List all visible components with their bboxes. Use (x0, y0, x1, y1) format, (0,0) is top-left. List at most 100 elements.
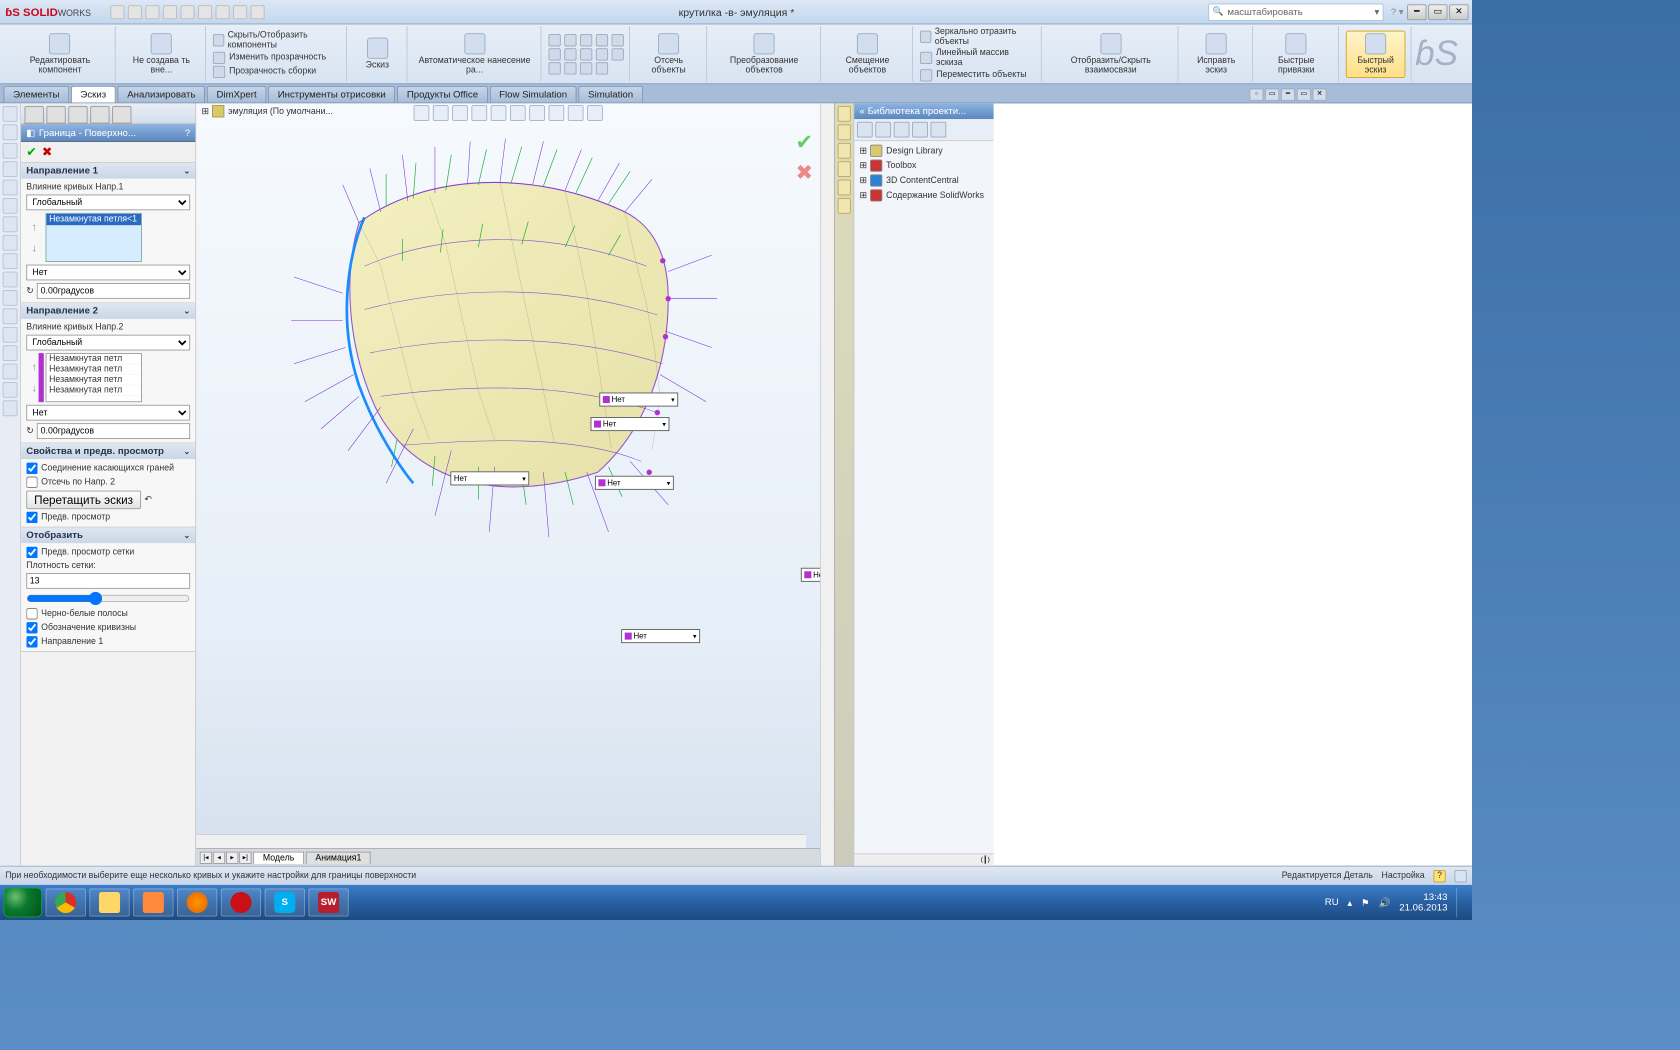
list-item[interactable]: Незамкнутая петл (46, 375, 141, 386)
mesh-density-input[interactable] (26, 573, 190, 589)
lstrip-item[interactable] (3, 143, 18, 159)
tray-lang[interactable]: RU (1325, 897, 1339, 908)
lstrip-item[interactable] (3, 216, 18, 232)
panel-head-props[interactable]: Свойства и предв. просмотр⌄ (21, 443, 195, 459)
centerline-icon[interactable] (595, 62, 607, 74)
circle-icon[interactable] (580, 34, 592, 46)
dir1-angle-reset-icon[interactable]: ↻ (26, 286, 33, 296)
slot-icon[interactable] (548, 48, 560, 60)
help-icon[interactable]: ? ▾ (1391, 6, 1404, 17)
lstrip-item[interactable] (3, 327, 18, 343)
repair-sketch-button[interactable]: Исправть эскиз (1186, 30, 1247, 77)
lstrip-item[interactable] (3, 198, 18, 214)
sketch-button[interactable]: Эскиз (354, 35, 401, 73)
task-media[interactable] (133, 888, 173, 916)
rapid-sketch-button[interactable]: Быстрый эскиз (1346, 30, 1406, 77)
tree-node[interactable]: ⊞Содержание SolidWorks (860, 189, 989, 201)
panel-head-dir1[interactable]: Направление 1⌄ (21, 163, 195, 179)
panel-head-display[interactable]: Отобразить⌄ (21, 527, 195, 543)
task-firefox[interactable] (177, 888, 217, 916)
status-rebuild-icon[interactable] (1454, 870, 1466, 882)
mdi-btn2[interactable]: ▭ (1265, 88, 1279, 100)
task-chrome[interactable] (46, 888, 86, 916)
curvature-checkbox[interactable] (26, 622, 37, 633)
animation-tab[interactable]: Анимация1 (306, 851, 371, 863)
mdi-max[interactable]: ▭ (1297, 88, 1311, 100)
smart-dimension-button[interactable]: Автоматическое нанесение ра... (414, 30, 535, 77)
tp-custom-icon[interactable] (838, 198, 851, 214)
nav-first-icon[interactable]: |◂ (200, 851, 212, 863)
mgr-tab-property[interactable] (46, 106, 65, 124)
dir2-moveup-button[interactable]: ↑ (32, 361, 37, 373)
list-item[interactable]: Незамкнутая петл (46, 386, 141, 397)
lstrip-item[interactable] (3, 161, 18, 177)
nav-next-icon[interactable]: ▸ (226, 851, 238, 863)
tree-node[interactable]: ⊞Toolbox (860, 159, 989, 171)
qat-select-icon[interactable] (215, 5, 229, 19)
qat-print-icon[interactable] (163, 5, 177, 19)
lstrip-item[interactable] (3, 400, 18, 416)
list-item[interactable]: Незамкнутая петл (46, 354, 141, 365)
mirror-button[interactable]: Зеркально отразить объекты (920, 27, 1036, 46)
task-opera[interactable] (221, 888, 261, 916)
list-item[interactable]: Незамкнутая петля<1 (46, 214, 141, 225)
dir2-angle-input[interactable] (37, 423, 190, 439)
task-explorer[interactable] (89, 888, 129, 916)
tray-show-hidden-icon[interactable]: ▴ (1347, 897, 1352, 908)
search-box[interactable]: 🔍 масштабировать ▾ (1209, 3, 1384, 21)
inline-tangency-select[interactable]: Нет (599, 393, 678, 407)
dl-tb-5-icon[interactable] (931, 122, 947, 138)
maximize-button[interactable]: ▭ (1428, 4, 1447, 20)
pm-ok-button[interactable]: ✔ (26, 145, 36, 160)
dir2-tangent-select[interactable]: Нет (26, 405, 190, 421)
tray-flag-icon[interactable]: ⚑ (1361, 897, 1370, 908)
status-help-icon[interactable]: ? (1433, 870, 1445, 882)
tray-volume-icon[interactable]: 🔊 (1378, 897, 1390, 908)
mesh-preview-checkbox[interactable] (26, 547, 37, 558)
qat-undo-icon[interactable] (180, 5, 194, 19)
dl-tb-1-icon[interactable] (857, 122, 873, 138)
mdi-btn1[interactable]: ▫ (1249, 88, 1263, 100)
horizontal-scrollbar[interactable] (196, 834, 806, 848)
dir2-curves-listbox[interactable]: Незамкнутая петл Незамкнутая петл Незамк… (46, 353, 142, 402)
offset-button[interactable]: Смещение объектов (828, 30, 908, 77)
qat-open-icon[interactable] (128, 5, 142, 19)
dir1-movedown-button[interactable]: ↓ (32, 242, 37, 254)
point-icon[interactable] (611, 48, 623, 60)
vertical-scrollbar[interactable] (820, 103, 834, 865)
tab-sketch[interactable]: Эскиз (71, 86, 116, 103)
dir1-curves-listbox[interactable]: Незамкнутая петля<1 (46, 213, 142, 262)
qat-rebuild-icon[interactable] (233, 5, 247, 19)
change-transparency-button[interactable]: Изменить прозрачность (213, 51, 340, 63)
qat-redo-icon[interactable] (198, 5, 212, 19)
mgr-tab-dimxpert[interactable] (90, 106, 109, 124)
show-desktop-button[interactable] (1456, 888, 1463, 918)
tab-elements[interactable]: Элементы (4, 86, 70, 103)
dl-tb-4-icon[interactable] (912, 122, 928, 138)
lstrip-item[interactable] (3, 364, 18, 380)
viewport[interactable]: ⊞эмуляция (По умолчани... ✔ ✖ (196, 103, 820, 865)
list-item[interactable]: Незамкнутая петл (46, 364, 141, 375)
move-button[interactable]: Переместить объекты (920, 69, 1036, 81)
panel-head-dir2[interactable]: Направление 2⌄ (21, 303, 195, 319)
lstrip-item[interactable] (3, 382, 18, 398)
start-button[interactable] (4, 888, 43, 918)
lstrip-item[interactable] (3, 290, 18, 306)
dir1-moveup-button[interactable]: ↑ (32, 221, 37, 233)
lstrip-item[interactable] (3, 124, 18, 140)
model-tab[interactable]: Модель (253, 851, 304, 863)
mgr-tab-display[interactable] (112, 106, 131, 124)
mgr-tab-config[interactable] (68, 106, 87, 124)
close-button[interactable]: ✕ (1449, 4, 1468, 20)
nav-prev-icon[interactable]: ◂ (213, 851, 225, 863)
tp-explorer-icon[interactable] (838, 143, 851, 159)
dir2-influence-select[interactable]: Глобальный (26, 335, 190, 351)
dl-tb-2-icon[interactable] (875, 122, 891, 138)
hide-show-components-button[interactable]: Скрыть/Отобразить компоненты (213, 30, 340, 49)
tp-view-icon[interactable] (838, 161, 851, 177)
dir1-tangent-select[interactable]: Нет (26, 265, 190, 281)
status-custom[interactable]: Настройка (1382, 871, 1425, 881)
tray-clock[interactable]: 13:43 21.06.2013 (1399, 892, 1447, 913)
trim-dir2-checkbox[interactable] (26, 477, 37, 488)
tree-node[interactable]: ⊞Design Library (860, 145, 989, 157)
